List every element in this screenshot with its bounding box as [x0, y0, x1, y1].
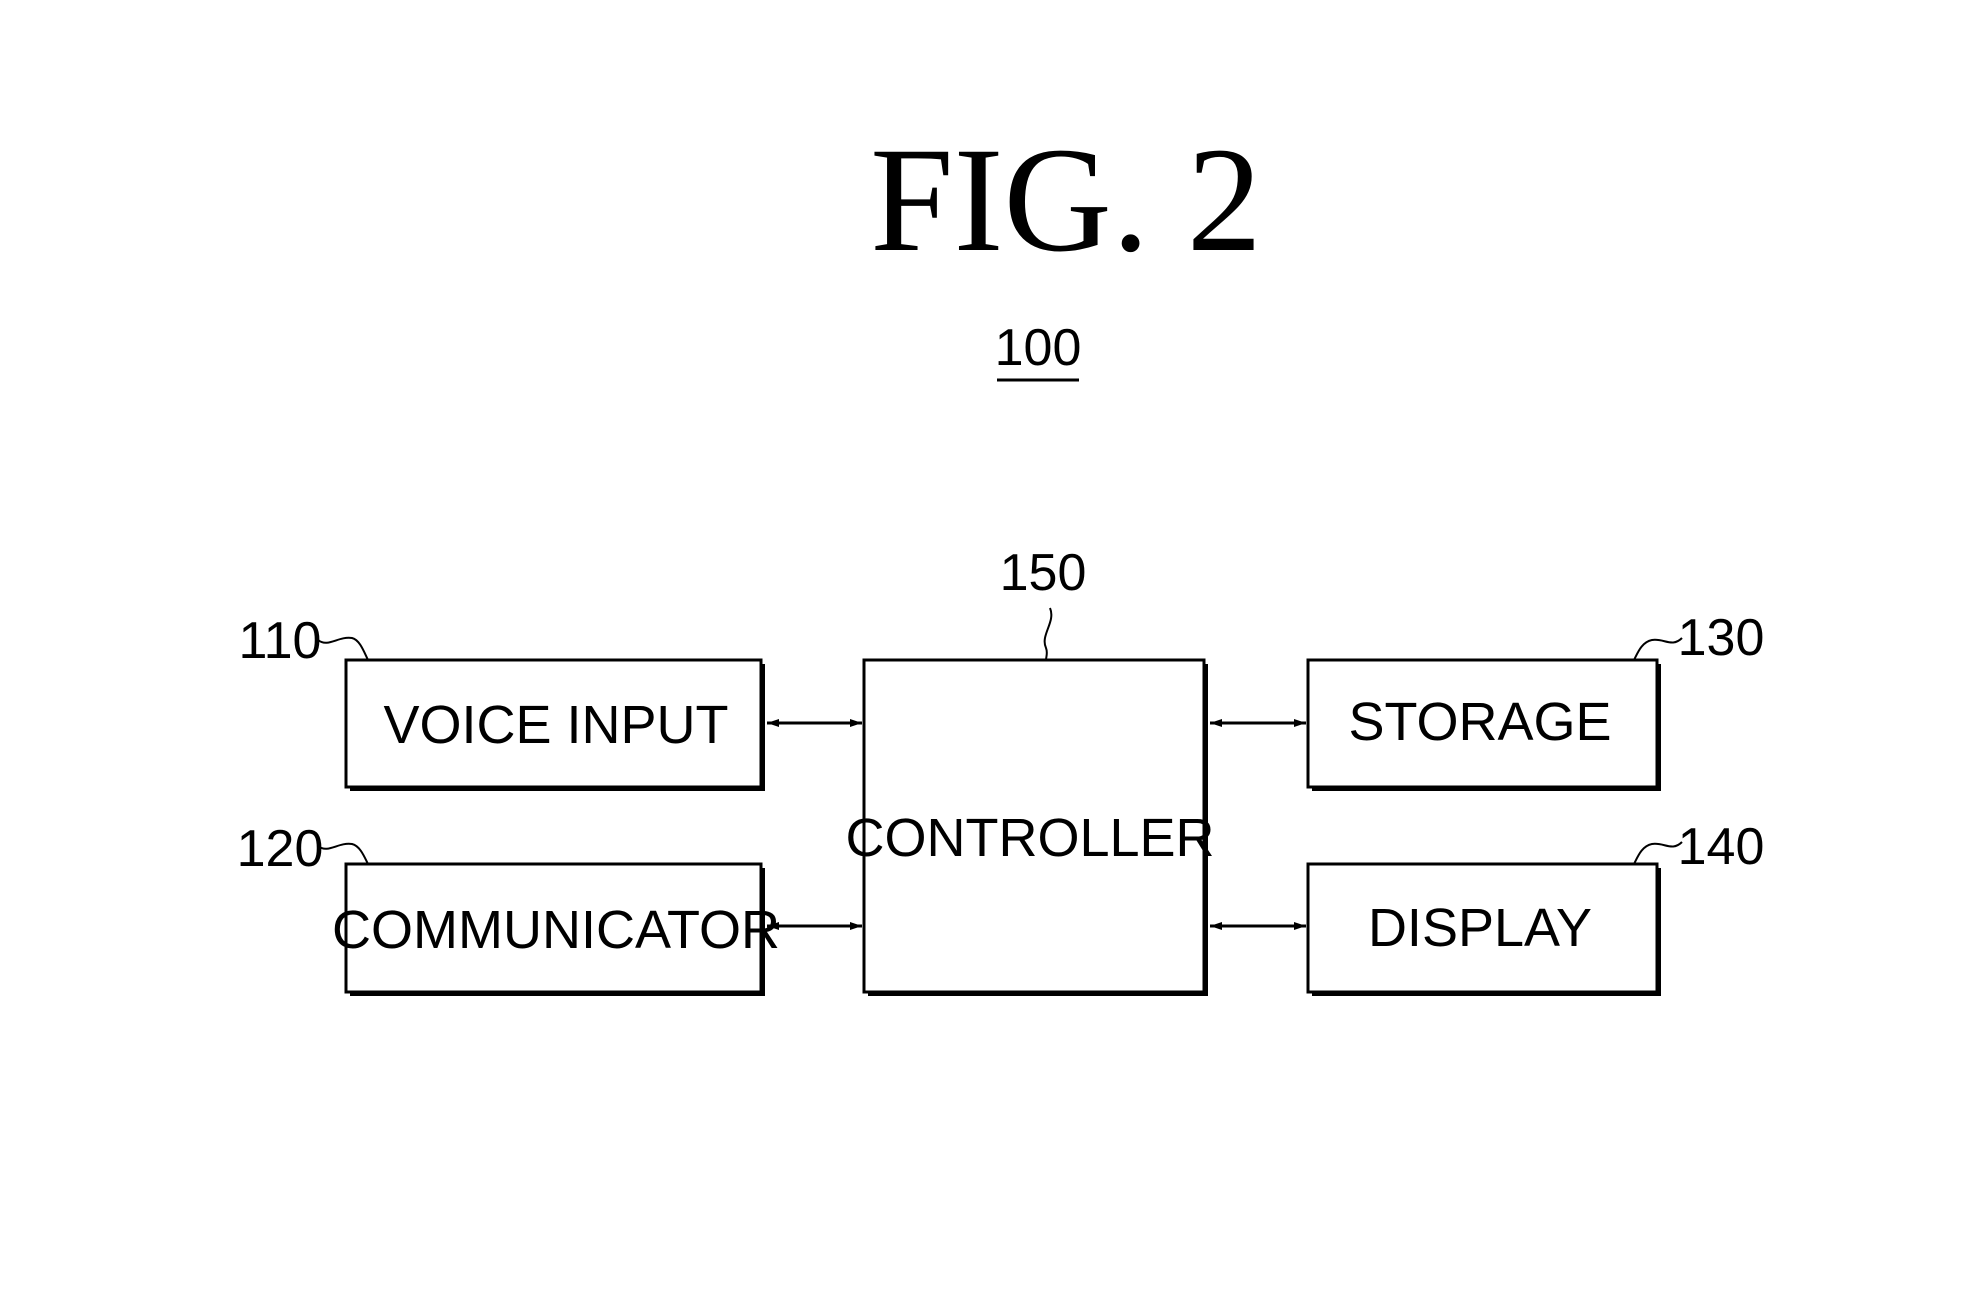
controller-label: CONTROLLER [845, 808, 1214, 868]
communicator-label: COMMUNICATOR [332, 900, 780, 960]
display-leader-line [1633, 841, 1683, 865]
controller-reference-number: 150 [1000, 544, 1087, 602]
communicator-reference-number: 120 [237, 820, 324, 878]
voice-input-reference-number: 110 [239, 612, 322, 670]
voice-input-label: VOICE INPUT [383, 695, 728, 755]
block-communicator: COMMUNICATOR 120 [237, 820, 780, 996]
block-storage: STORAGE 130 [1306, 609, 1765, 791]
voice-input-leader-line [317, 636, 369, 661]
figure-title: FIG. 2 [870, 117, 1262, 283]
system-reference-number: 100 [995, 319, 1082, 377]
controller-leader-line [1043, 607, 1053, 661]
storage-reference-number: 130 [1678, 609, 1765, 667]
communicator-leader-line [317, 842, 369, 865]
block-display: DISPLAY 140 [1306, 818, 1765, 996]
storage-leader-line [1633, 637, 1683, 661]
display-reference-number: 140 [1678, 818, 1765, 876]
display-label: DISPLAY [1368, 898, 1592, 958]
block-diagram: FIG. 2 100 CONTROLLER 150 VOICE INPUT 11… [237, 117, 1765, 996]
block-controller: CONTROLLER 150 [845, 544, 1215, 996]
block-voice-input: VOICE INPUT 110 [239, 612, 765, 791]
storage-label: STORAGE [1348, 692, 1611, 752]
